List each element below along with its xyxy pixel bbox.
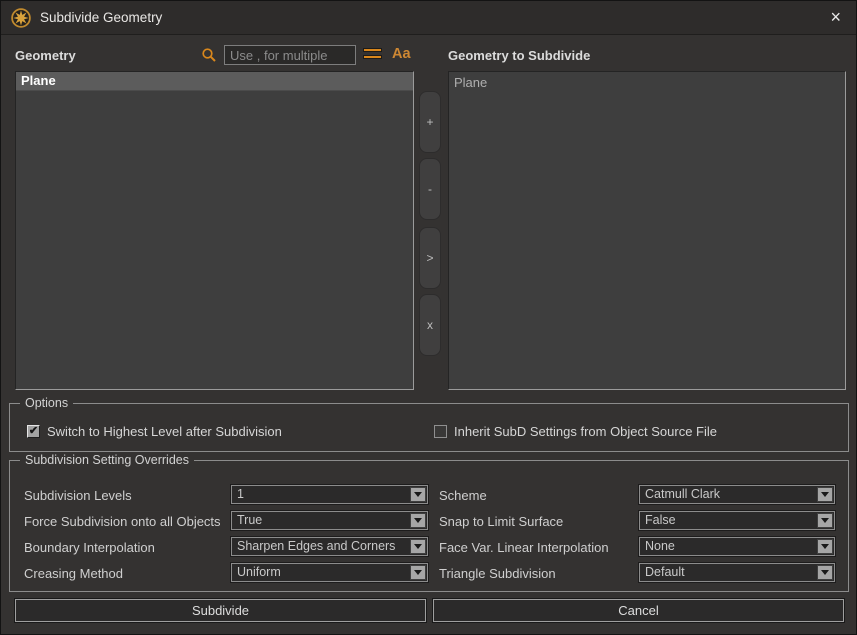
- right-panel-title: Geometry to Subdivide: [448, 48, 590, 63]
- app-logo-icon: [11, 8, 31, 28]
- chevron-down-icon[interactable]: [817, 513, 833, 528]
- dropdown-value: Uniform: [237, 565, 281, 579]
- dropdown-scheme[interactable]: Catmull Clark: [639, 485, 835, 504]
- chevron-down-icon[interactable]: [817, 539, 833, 554]
- checkbox-inherit-subd-settings[interactable]: Inherit SubD Settings from Object Source…: [434, 424, 717, 439]
- dropdown-value: None: [645, 539, 675, 553]
- checkbox-switch-highest-level[interactable]: ✔ Switch to Highest Level after Subdivis…: [27, 424, 282, 439]
- list-item[interactable]: Plane: [449, 72, 845, 91]
- chevron-down-icon[interactable]: [410, 513, 426, 528]
- subdivide-geometry-dialog: Subdivide Geometry × Geometry Aa Geometr…: [0, 0, 857, 635]
- search-icon: [201, 47, 217, 68]
- window-title: Subdivide Geometry: [40, 10, 162, 25]
- options-group-legend: Options: [20, 396, 73, 410]
- label-face-var-interpolation: Face Var. Linear Interpolation: [439, 540, 609, 555]
- label-scheme: Scheme: [439, 488, 487, 503]
- checkbox-label: Inherit SubD Settings from Object Source…: [454, 424, 717, 439]
- dropdown-value: 1: [237, 487, 244, 501]
- dropdown-value: False: [645, 513, 676, 527]
- options-group: Options ✔ Switch to Highest Level after …: [9, 403, 849, 452]
- checkbox-unchecked-box[interactable]: [434, 425, 447, 438]
- geometry-list[interactable]: Plane: [15, 71, 414, 390]
- move-button[interactable]: >: [419, 227, 441, 289]
- search-input[interactable]: [224, 45, 356, 65]
- checkbox-label: Switch to Highest Level after Subdivisio…: [47, 424, 282, 439]
- filter-bars-icon[interactable]: [363, 48, 382, 62]
- dropdown-snap-to-limit[interactable]: False: [639, 511, 835, 530]
- left-panel-title: Geometry: [15, 48, 76, 63]
- list-item[interactable]: Plane: [16, 72, 413, 91]
- title-bar[interactable]: Subdivide Geometry ×: [1, 1, 856, 35]
- dropdown-value: Default: [645, 565, 685, 579]
- geometry-to-subdivide-list[interactable]: Plane: [448, 71, 846, 390]
- overrides-group-legend: Subdivision Setting Overrides: [20, 453, 194, 467]
- chevron-down-icon[interactable]: [410, 539, 426, 554]
- overrides-group: Subdivision Setting Overrides Subdivisio…: [9, 460, 849, 592]
- chevron-down-icon[interactable]: [817, 565, 833, 580]
- chevron-down-icon[interactable]: [410, 565, 426, 580]
- add-button[interactable]: +: [419, 91, 441, 153]
- remove-button[interactable]: -: [419, 158, 441, 220]
- label-triangle-subdivision: Triangle Subdivision: [439, 566, 556, 581]
- checkbox-checked-box[interactable]: ✔: [27, 425, 40, 438]
- dropdown-boundary-interpolation[interactable]: Sharpen Edges and Corners: [231, 537, 428, 556]
- dropdown-face-var-interpolation[interactable]: None: [639, 537, 835, 556]
- close-icon[interactable]: ×: [830, 7, 841, 27]
- dropdown-value: Catmull Clark: [645, 487, 720, 501]
- dropdown-triangle-subdivision[interactable]: Default: [639, 563, 835, 582]
- dropdown-value: True: [237, 513, 262, 527]
- dropdown-force-subdivision[interactable]: True: [231, 511, 428, 530]
- match-case-icon[interactable]: Aa: [392, 46, 411, 62]
- dropdown-creasing-method[interactable]: Uniform: [231, 563, 428, 582]
- clear-button[interactable]: x: [419, 294, 441, 356]
- label-creasing-method: Creasing Method: [24, 566, 123, 581]
- label-snap-to-limit: Snap to Limit Surface: [439, 514, 563, 529]
- check-mark-icon: ✔: [29, 426, 38, 437]
- dropdown-value: Sharpen Edges and Corners: [237, 539, 395, 553]
- label-force-subdivision: Force Subdivision onto all Objects: [24, 514, 221, 529]
- cancel-button[interactable]: Cancel: [433, 599, 844, 622]
- subdivide-button[interactable]: Subdivide: [15, 599, 426, 622]
- chevron-down-icon[interactable]: [410, 487, 426, 502]
- dropdown-subdivision-levels[interactable]: 1: [231, 485, 428, 504]
- chevron-down-icon[interactable]: [817, 487, 833, 502]
- label-boundary-interpolation: Boundary Interpolation: [24, 540, 155, 555]
- label-subdivision-levels: Subdivision Levels: [24, 488, 132, 503]
